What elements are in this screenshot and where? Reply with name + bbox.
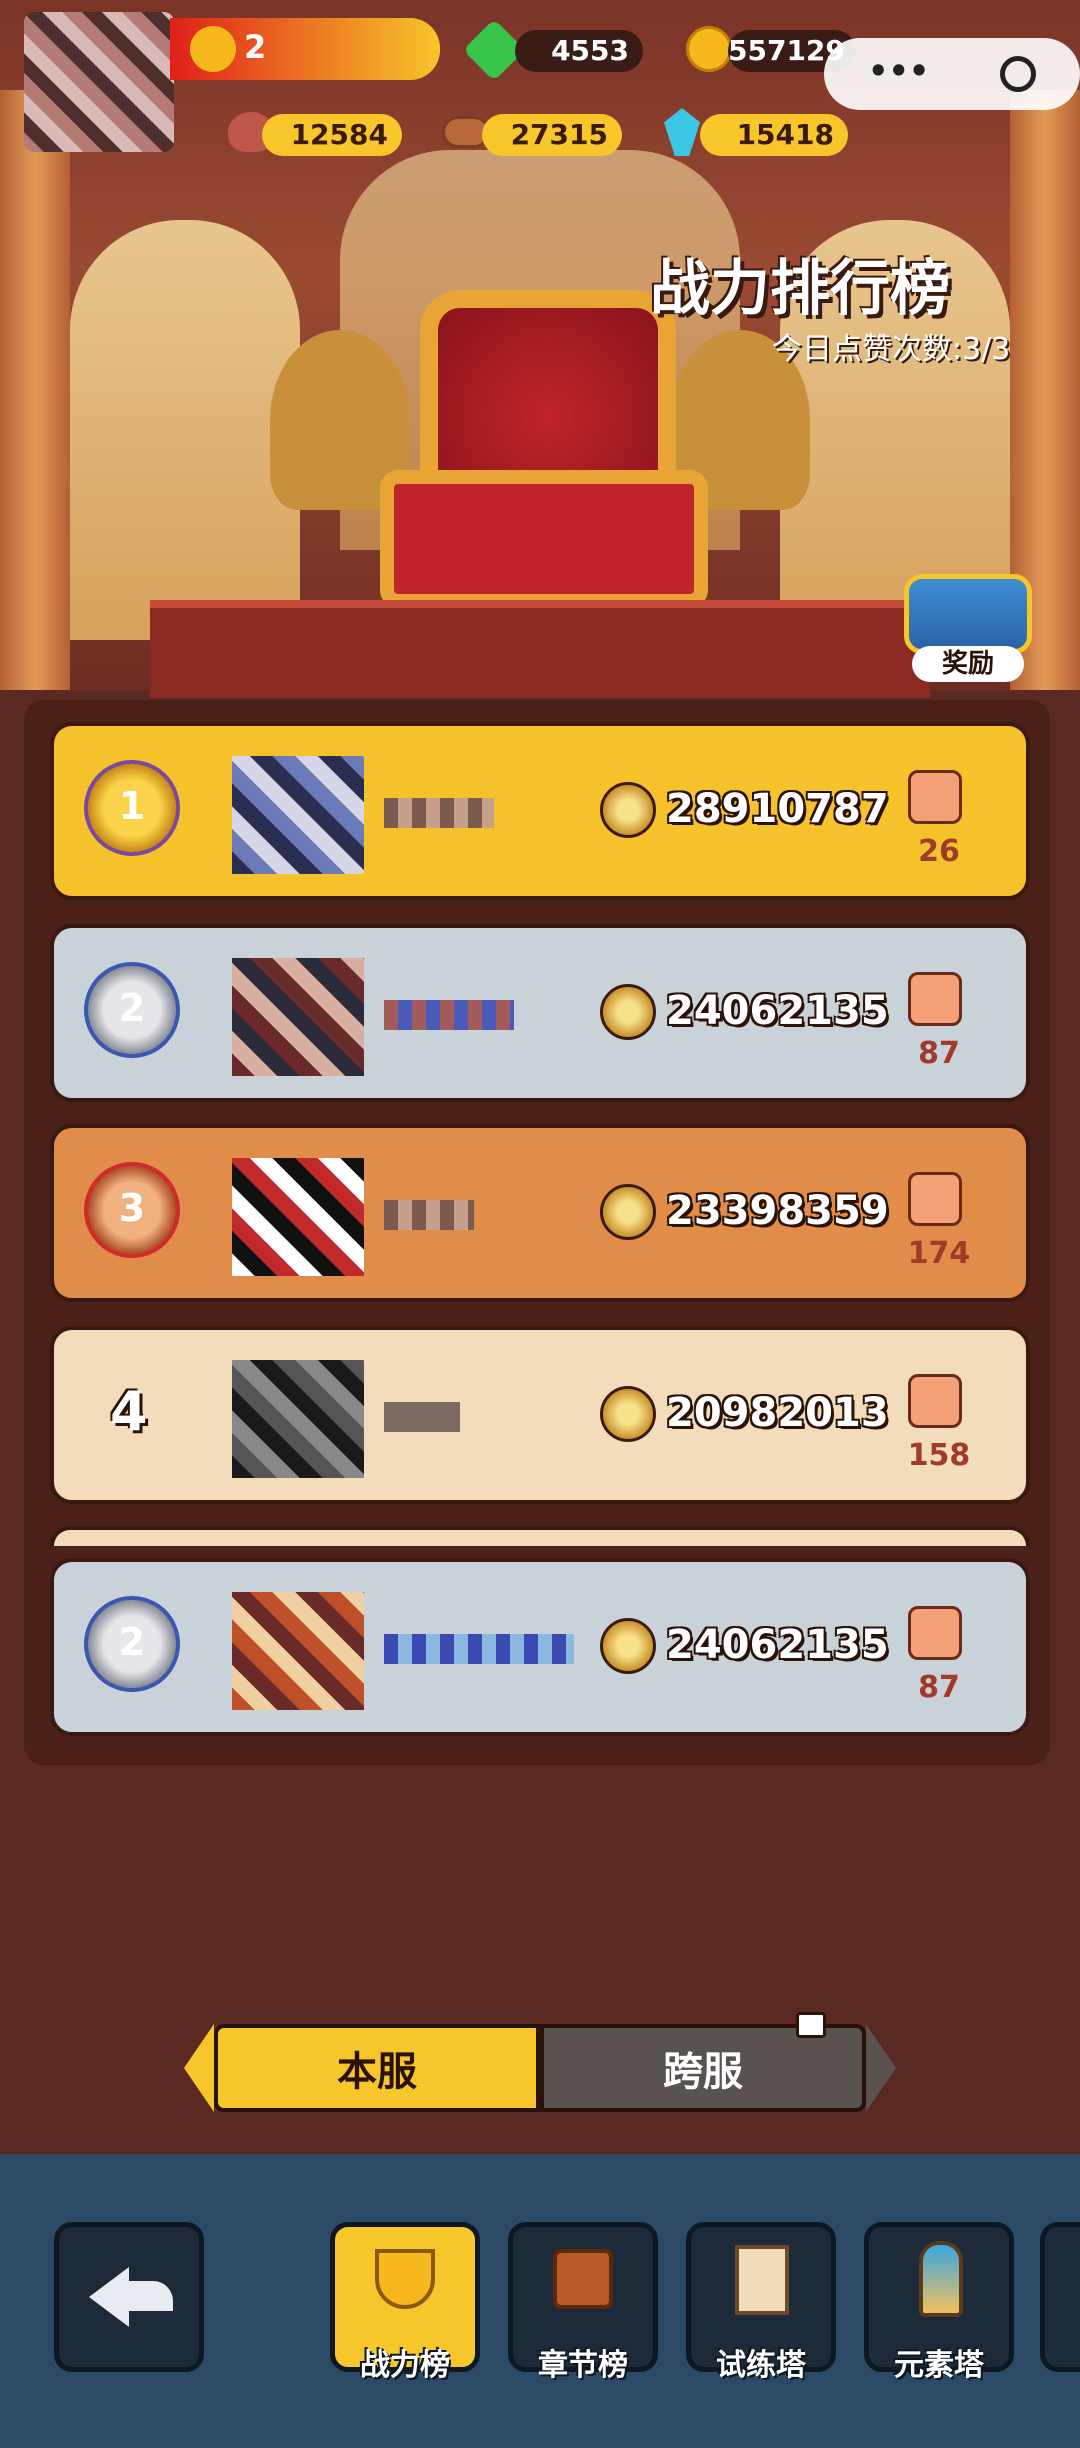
more-icon[interactable]: ••• — [868, 52, 929, 90]
like-count: 174 — [907, 1236, 971, 1271]
nav-more-partial[interactable] — [1040, 2222, 1080, 2372]
avatar[interactable] — [232, 1592, 364, 1710]
page-title: 战力排行榜 — [650, 254, 950, 324]
rank-row-3[interactable]: 3 23398359 174 — [50, 1124, 1030, 1302]
thumbs-up-icon[interactable] — [908, 972, 962, 1026]
like-count: 26 — [918, 834, 960, 869]
trophy-icon — [375, 2249, 435, 2309]
tower-icon — [735, 2245, 789, 2315]
player-id-bar: 2 — [170, 18, 440, 80]
rank-row-2[interactable]: 2 24062135 87 — [50, 924, 1030, 1102]
nav-trial-tower-label: 试练塔 — [716, 2348, 806, 2383]
pillar-left — [0, 90, 70, 690]
crystal-count: 15418 — [700, 114, 848, 156]
power-value: 28910787 — [666, 786, 889, 832]
avatar[interactable] — [232, 1158, 364, 1276]
coin-icon — [686, 26, 732, 72]
wood-count: 27315 — [482, 114, 622, 156]
rank-row-1[interactable]: 1 28910787 26 — [50, 722, 1030, 900]
crossed-swords-icon — [600, 782, 656, 838]
thumbs-up-icon[interactable] — [908, 770, 962, 824]
player-avatar[interactable] — [24, 12, 174, 152]
player-name — [384, 1402, 460, 1432]
tab-right-arrow — [866, 2024, 896, 2112]
rank-row-4[interactable]: 4 20982013 158 — [50, 1326, 1030, 1504]
player-id: 2 — [244, 28, 267, 66]
hall-window-left — [70, 220, 300, 640]
rank-number: 4 — [110, 1380, 148, 1443]
throne-stairs — [150, 600, 930, 698]
reward-label: 奖励 — [912, 646, 1024, 682]
power-value: 20982013 — [666, 1390, 889, 1436]
meat-count: 12584 — [262, 114, 402, 156]
silver-medal-icon: 2 — [84, 1596, 180, 1692]
book-icon — [553, 2249, 613, 2309]
crossed-swords-icon — [600, 984, 656, 1040]
thumbs-up-icon[interactable] — [908, 1606, 962, 1660]
like-count: 158 — [907, 1438, 971, 1473]
avatar[interactable] — [232, 1360, 364, 1478]
player-name — [384, 798, 494, 828]
crossed-swords-icon — [600, 1618, 656, 1674]
player-name — [384, 1000, 514, 1030]
crossed-swords-icon — [600, 1386, 656, 1442]
likes-today: 今日点赞次数:3/3 — [772, 332, 1011, 367]
player-name — [384, 1634, 574, 1664]
back-button[interactable] — [54, 2222, 204, 2372]
crossed-swords-icon — [600, 1184, 656, 1240]
thumbs-up-icon[interactable] — [908, 1172, 962, 1226]
my-rank-row[interactable]: 2 24062135 87 — [50, 1558, 1030, 1736]
chest-icon — [904, 574, 1032, 654]
gem-count: 4553 — [515, 30, 643, 72]
player-name — [384, 1200, 474, 1230]
element-tower-icon — [919, 2241, 963, 2317]
close-capsule-icon[interactable] — [1000, 56, 1036, 92]
avatar[interactable] — [232, 958, 364, 1076]
thumbs-up-icon[interactable] — [908, 1374, 962, 1428]
bronze-medal-icon: 3 — [84, 1162, 180, 1258]
throne-seat — [380, 470, 708, 608]
like-count: 87 — [918, 1036, 960, 1071]
lock-icon — [796, 2012, 826, 2038]
avatar[interactable] — [232, 756, 364, 874]
tab-local-server[interactable]: 本服 — [214, 2024, 540, 2112]
power-value: 24062135 — [666, 1622, 889, 1668]
power-value: 23398359 — [666, 1188, 889, 1234]
silver-medal-icon: 2 — [84, 962, 180, 1058]
reward-chest-button[interactable]: 奖励 — [900, 570, 1036, 682]
miniprogram-capsule[interactable]: ••• — [824, 38, 1080, 110]
tab-left-arrow — [184, 2024, 214, 2112]
nav-element-tower-label: 元素塔 — [894, 2348, 984, 2383]
rank-row-5-peek — [50, 1526, 1030, 1546]
power-value: 24062135 — [666, 988, 889, 1034]
nav-chapter-rank-label: 章节榜 — [538, 2348, 628, 2383]
gold-medal-icon: 1 — [84, 760, 180, 856]
like-count: 87 — [918, 1670, 960, 1705]
nav-power-rank-label: 战力榜 — [360, 2348, 450, 2383]
power-icon — [190, 26, 236, 72]
